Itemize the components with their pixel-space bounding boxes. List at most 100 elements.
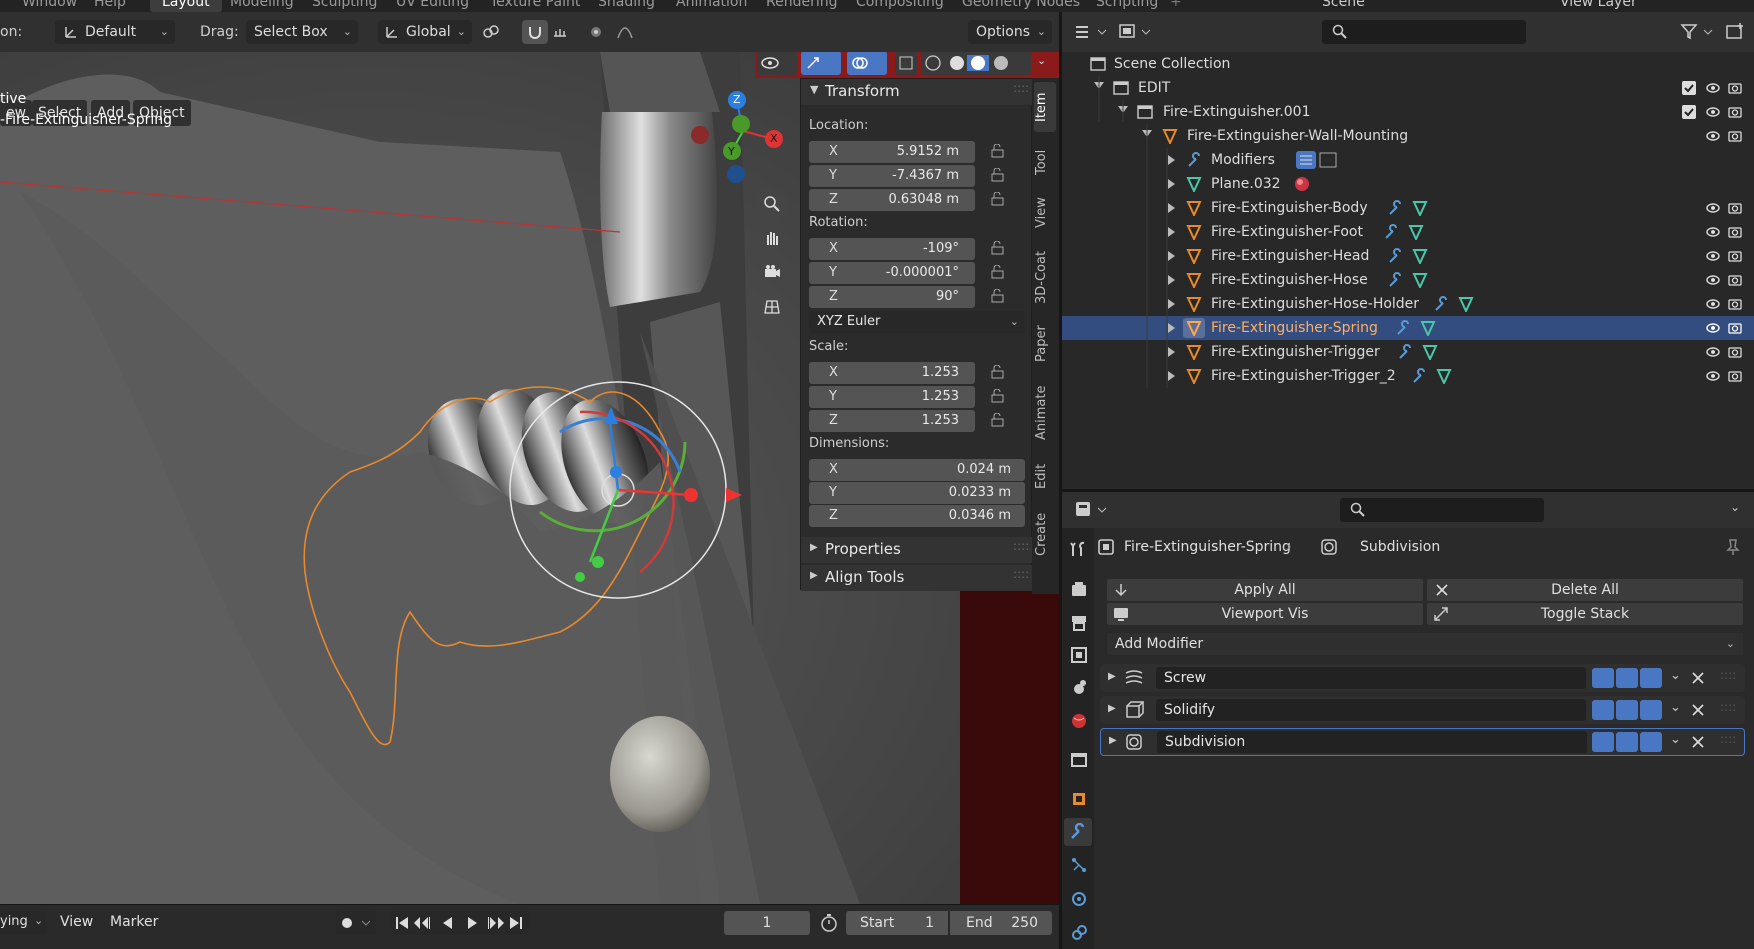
physics-tab-icon[interactable] [1070,890,1088,908]
view-layer-name[interactable]: View Layer [1560,0,1637,10]
add-modifier-dropdown[interactable]: Add Modifier ⌄ [1106,632,1744,656]
align-tools-panel-header[interactable]: ▶ Align Tools :::: [801,565,1033,591]
pin-icon[interactable] [1724,538,1742,556]
workspace-tab-scripting[interactable]: Scripting [1096,0,1158,10]
snap-target-dropdown[interactable] [550,20,580,44]
render-camera-icon[interactable] [1728,297,1742,311]
edit-mode-toggle-icon[interactable] [1592,732,1614,752]
tool-tab-icon[interactable] [1070,540,1088,558]
menu-help[interactable]: Help [94,0,126,10]
pivot-point-dropdown[interactable] [478,20,516,44]
end-frame-field[interactable]: End 250 [950,911,1052,935]
playback-controls[interactable] [390,911,530,935]
drag-handle-icon[interactable]: :::: [1013,567,1029,581]
rotation-mode-dropdown[interactable]: XYZ Euler ⌄ [809,311,1025,333]
eye-icon[interactable] [1706,369,1720,383]
object-tab-icon[interactable] [1070,790,1088,808]
options-dropdown[interactable]: Options ⌄ [968,20,1052,44]
snap-toggle[interactable] [522,20,548,44]
workspace-tab-geometry-nodes[interactable]: Geometry Nodes [962,0,1080,10]
editor-type-dropdown[interactable] [1074,21,1110,43]
timeline-view-menu[interactable]: View [60,914,93,930]
workspace-tab-shading[interactable]: Shading [598,0,655,10]
toggle-stack-button[interactable]: Toggle Stack [1426,602,1744,626]
current-frame-field[interactable]: 1 [724,911,810,935]
particles-tab-icon[interactable] [1070,856,1088,874]
add-workspace-icon[interactable]: + [1170,0,1182,10]
view-layer-tab-icon[interactable] [1070,646,1088,664]
modifier-panel-solidify[interactable]: ▶ Solidify ⌄ :::: [1100,696,1745,724]
scale-y-field[interactable]: Y 1.253 [809,386,975,408]
rotation-y-field[interactable]: Y -0.000001° [809,262,975,284]
world-tab-icon[interactable] [1070,712,1088,730]
eye-icon[interactable] [1706,321,1720,335]
grid-view-icon[interactable] [756,290,788,322]
render-camera-icon[interactable] [1728,129,1742,143]
dimensions-z-field[interactable]: Z 0.0346 m [809,505,1025,527]
checkbox-icon[interactable] [1682,81,1696,95]
gizmo-toggle[interactable] [801,52,841,75]
rotation-x-field[interactable]: X -109° [809,238,975,260]
render-camera-icon[interactable] [1728,321,1742,335]
modifier-menu-chevron-icon[interactable]: ⌄ [1670,700,1681,715]
camera-icon[interactable] [756,256,788,288]
keying-dropdown[interactable] [336,911,376,935]
location-x-field[interactable]: X 5.9152 m [809,141,975,163]
render-camera-icon[interactable] [1728,201,1742,215]
drag-handle-icon[interactable]: :::: [1720,668,1736,682]
viewport-display-toggle-icon[interactable] [1616,732,1638,752]
dimensions-y-field[interactable]: Y 0.0233 m [809,482,1025,504]
render-camera-icon[interactable] [1728,369,1742,383]
collection-tab-icon[interactable] [1070,750,1088,768]
render-tab-icon[interactable] [1070,580,1088,598]
apply-all-button[interactable]: Apply All [1106,578,1424,602]
render-camera-icon[interactable] [1728,345,1742,359]
drag-dropdown[interactable]: Select Box ⌄ [246,20,358,44]
dimensions-x-field[interactable]: X 0.024 m [809,459,1025,481]
constraints-tab-icon[interactable] [1070,924,1088,942]
remove-modifier-icon[interactable] [1692,672,1704,684]
modifier-name-screw[interactable]: Screw [1156,667,1586,689]
workspace-tab-layout[interactable]: Layout [150,0,222,12]
eye-icon[interactable] [1706,105,1720,119]
tab-create[interactable]: Create [1034,504,1056,564]
render-toggle-icon[interactable] [1640,732,1662,752]
timeline-marker-menu[interactable]: Marker [110,914,158,930]
properties-editor-type-dropdown[interactable] [1074,499,1110,521]
modifier-tab-active[interactable] [1064,818,1092,846]
workspace-tab-compositing[interactable]: Compositing [856,0,944,10]
transform-panel-header[interactable]: ▼ Transform :::: [801,79,1033,105]
workspace-tab-uv-editing[interactable]: UV Editing [396,0,469,10]
render-toggle-icon[interactable] [1640,700,1662,720]
start-frame-field[interactable]: Start 1 [846,911,948,935]
render-camera-icon[interactable] [1728,105,1742,119]
eye-icon[interactable] [1706,345,1720,359]
drag-handle-icon[interactable]: :::: [1013,539,1029,553]
modifier-panel-subdivision[interactable]: ▶ Subdivision ⌄ :::: [1100,728,1745,756]
tab-item[interactable]: Item [1034,82,1056,132]
drag-handle-icon[interactable]: :::: [1013,81,1029,95]
tab-tool[interactable]: Tool [1034,142,1056,182]
render-camera-icon[interactable] [1728,273,1742,287]
properties-panel-header[interactable]: ▶ Properties :::: [801,537,1033,563]
output-tab-icon[interactable] [1070,614,1088,632]
area-divider-vertical[interactable] [1059,12,1062,949]
modifier-name-subdivision[interactable]: Subdivision [1157,731,1587,753]
render-camera-icon[interactable] [1728,225,1742,239]
menu-window[interactable]: Window [22,0,77,10]
checkbox-icon[interactable] [1682,105,1696,119]
falloff-dropdown[interactable] [614,20,644,44]
workspace-tab-rendering[interactable]: Rendering [766,0,838,10]
eye-icon[interactable] [1706,297,1720,311]
transform-orientation-dropdown[interactable]: Global ⌄ [378,20,472,44]
delete-all-button[interactable]: Delete All [1426,578,1744,602]
tab-3d-coat[interactable]: 3D-Coat [1034,244,1056,310]
viewport-display-toggle-icon[interactable] [1616,700,1638,720]
visibility-dropdown[interactable] [757,52,797,75]
render-camera-icon[interactable] [1728,249,1742,263]
render-camera-icon[interactable] [1728,81,1742,95]
scene-name[interactable]: Scene [1322,0,1365,10]
tab-paper[interactable]: Paper [1034,318,1056,370]
viewport-vis-button[interactable]: Viewport Vis [1106,602,1424,626]
outliner-search-input[interactable] [1322,20,1526,44]
